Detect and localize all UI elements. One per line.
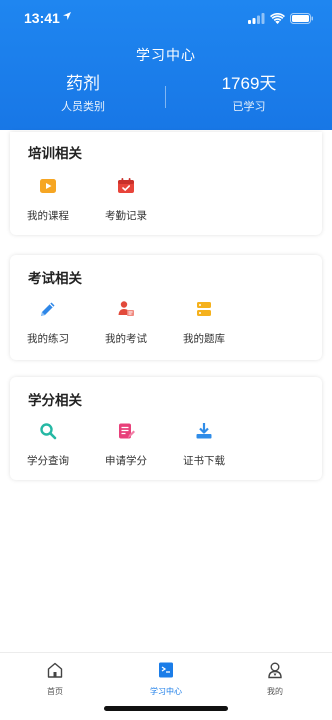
certificate-download-button[interactable]: 证书下载 <box>169 417 239 473</box>
search-icon <box>40 423 57 440</box>
person-category-value: 药剂 <box>66 74 100 93</box>
home-indicator <box>104 706 228 711</box>
section-title-training: 培训相关 <box>28 146 82 162</box>
attendance-records-label: 考勤记录 <box>105 210 147 222</box>
study-days-value: 1769天 <box>221 74 277 93</box>
apply-credits-button[interactable]: 申请学分 <box>91 417 161 473</box>
training-section-card: 培训相关 我的课程 考勤记录 <box>10 132 322 235</box>
study-center-icon <box>159 662 173 678</box>
credit-query-button[interactable]: 学分查询 <box>13 417 83 473</box>
my-practice-label: 我的练习 <box>27 333 69 345</box>
section-title-exam: 考试相关 <box>28 271 82 287</box>
my-practice-button[interactable]: 我的练习 <box>13 295 83 351</box>
person-category-label: 人员类别 <box>61 100 105 113</box>
page-title: 学习中心 <box>136 48 196 64</box>
tab-home-label: 首页 <box>47 687 63 696</box>
home-icon <box>47 662 63 678</box>
tab-mine-label: 我的 <box>267 687 283 696</box>
signal-icon <box>248 12 265 24</box>
apply-form-icon <box>119 423 135 439</box>
my-courses-button[interactable]: 我的课程 <box>13 172 83 228</box>
download-icon <box>196 423 212 439</box>
my-exams-button[interactable]: 我的考试 <box>91 295 161 351</box>
status-bar: 13:41 <box>0 0 332 36</box>
study-days-stat: 1769天 已学习 <box>166 74 332 114</box>
play-video-icon <box>40 179 56 193</box>
credits-section-card: 学分相关 学分查询 申请学分 证书下载 <box>10 377 322 480</box>
attendance-records-button[interactable]: 考勤记录 <box>91 172 161 228</box>
credit-query-label: 学分查询 <box>27 455 69 467</box>
status-icons <box>248 12 314 24</box>
my-question-bank-label: 我的题库 <box>183 333 225 345</box>
study-days-label: 已学习 <box>232 100 266 113</box>
exam-section-card: 考试相关 我的练习 我的考试 我的题库 <box>10 255 322 360</box>
my-question-bank-button[interactable]: 我的题库 <box>169 295 239 351</box>
calendar-icon <box>118 178 134 193</box>
my-exams-label: 我的考试 <box>105 333 147 345</box>
tab-study-center[interactable]: 学习中心 <box>126 661 206 697</box>
exam-person-icon <box>118 301 134 316</box>
certificate-download-label: 证书下载 <box>183 455 225 467</box>
my-courses-label: 我的课程 <box>27 210 69 222</box>
section-title-credits: 学分相关 <box>28 393 82 409</box>
pencil-icon <box>41 302 55 316</box>
question-bank-icon <box>197 302 211 316</box>
tab-study-center-label: 学习中心 <box>150 687 182 696</box>
tab-home[interactable]: 首页 <box>15 661 95 697</box>
wifi-icon <box>270 12 285 24</box>
location-arrow-icon <box>63 12 71 20</box>
battery-icon <box>290 12 313 24</box>
apply-credits-label: 申请学分 <box>105 455 147 467</box>
profile-icon <box>268 662 282 679</box>
tab-mine[interactable]: 我的 <box>235 661 315 697</box>
person-category-stat: 药剂 人员类别 <box>0 74 166 114</box>
status-time: 13:41 <box>24 10 60 26</box>
header: 13:41 学习中心 药剂 人员类别 1769天 已学习 <box>0 0 332 130</box>
